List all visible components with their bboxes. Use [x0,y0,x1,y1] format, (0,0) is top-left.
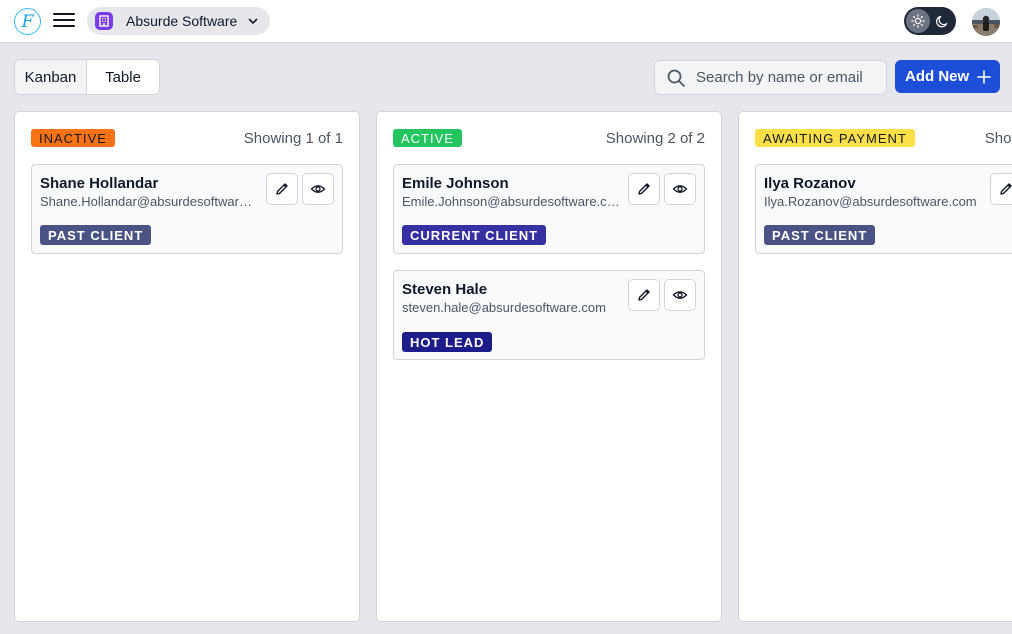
column-count: Showing 1 of 1 [984,130,1012,147]
search-box [654,60,887,95]
contact-name: Steven Hale [402,281,488,298]
contact-card[interactable]: Emile Johnson Emile.Johnson@absurdesoftw… [393,164,705,254]
kanban-column-inactive: INACTIVE Showing 1 of 1 Shane Hollandar … [14,111,360,622]
view-button[interactable] [302,173,334,205]
contact-tag: CURRENT CLIENT [402,225,547,245]
contact-name: Emile Johnson [402,175,509,192]
status-badge: INACTIVE [31,129,115,147]
table-view-button[interactable]: Table [87,60,159,94]
top-bar: F Absurde Software [0,0,1012,43]
moon-icon [934,13,950,29]
pencil-icon [1000,183,1012,195]
building-icon [95,12,113,30]
organization-name: Absurde Software [126,13,238,29]
view-toggle: Kanban Table [14,59,160,95]
contact-tag: PAST CLIENT [764,225,876,245]
user-avatar[interactable] [972,8,1000,36]
pencil-icon [638,289,650,301]
contact-card[interactable]: Shane Hollandar Shane.Hollandar@absurdes… [31,164,343,254]
plus-icon [977,69,991,84]
contact-card[interactable]: Ilya Rozanov Ilya.Rozanov@absurdesoftwar… [755,164,1012,254]
contact-name: Shane Hollandar [40,175,159,192]
eye-icon [672,185,688,193]
theme-toggle[interactable] [904,7,956,35]
edit-button[interactable] [266,173,298,205]
status-badge: AWAITING PAYMENT [755,129,915,147]
contact-tag: PAST CLIENT [40,225,152,245]
pencil-icon [638,183,650,195]
column-header: AWAITING PAYMENT Showing 1 of 1 [755,129,1012,147]
app-logo[interactable]: F [14,8,41,35]
chevron-down-icon [248,18,258,24]
contact-tag: HOT LEAD [402,332,493,352]
column-count: Showing 2 of 2 [605,130,705,147]
eye-icon [310,185,326,193]
contact-card[interactable]: Steven Hale steven.hale@absurdesoftware.… [393,270,705,360]
eye-icon [672,291,688,299]
pencil-icon [276,183,288,195]
search-input[interactable] [696,69,876,86]
add-new-button[interactable]: Add New [895,60,1000,93]
sun-icon [906,9,930,33]
column-header: ACTIVE Showing 2 of 2 [393,129,705,147]
contact-name: Ilya Rozanov [764,175,856,192]
menu-icon[interactable] [53,13,75,29]
contact-email: Emile.Johnson@absurdesoftware.com [402,194,620,209]
kanban-column-awaiting-payment: AWAITING PAYMENT Showing 1 of 1 Ilya Roz… [738,111,1012,622]
status-badge: ACTIVE [393,129,462,147]
add-new-label: Add New [905,68,970,85]
search-icon [667,69,685,87]
column-count: Showing 1 of 1 [243,130,343,147]
edit-button[interactable] [628,279,660,311]
organization-switcher[interactable]: Absurde Software [87,7,270,35]
contact-email: steven.hale@absurdesoftware.com [402,300,606,315]
edit-button[interactable] [628,173,660,205]
edit-button[interactable] [990,173,1012,205]
contact-email: Ilya.Rozanov@absurdesoftware.com [764,194,977,209]
kanban-view-button[interactable]: Kanban [15,60,87,94]
kanban-column-active: ACTIVE Showing 2 of 2 Emile Johnson Emil… [376,111,722,622]
view-button[interactable] [664,279,696,311]
column-header: INACTIVE Showing 1 of 1 [31,129,343,147]
view-button[interactable] [664,173,696,205]
contact-email: Shane.Hollandar@absurdesoftware.com [40,194,258,209]
